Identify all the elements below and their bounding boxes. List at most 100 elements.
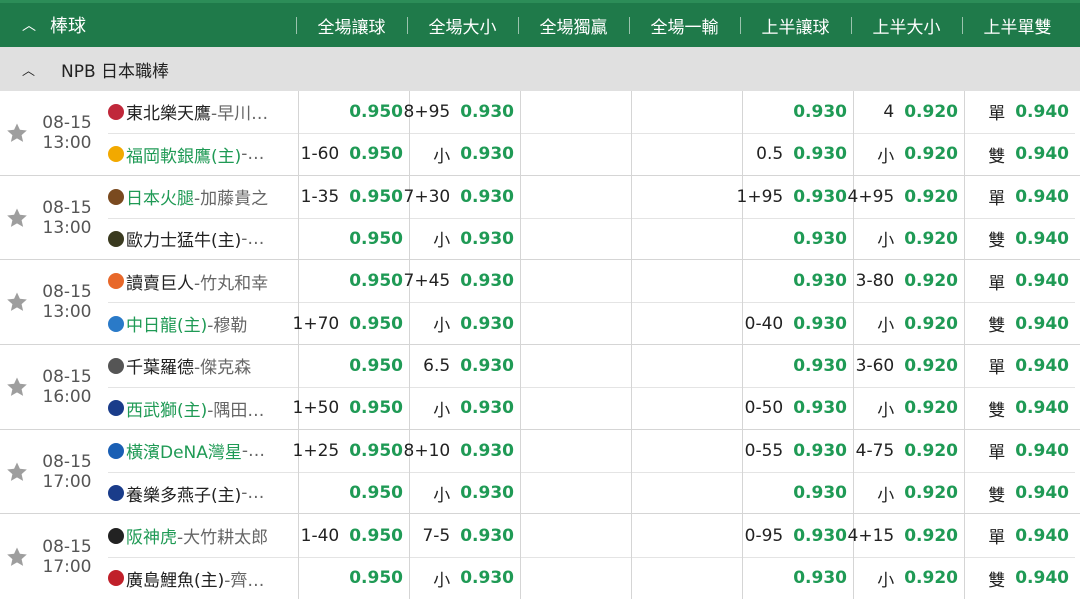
- odds-cell[interactable]: 雙 0.940: [965, 132, 1075, 175]
- odds-value[interactable]: 0.930: [460, 398, 514, 418]
- star-icon[interactable]: [3, 458, 31, 486]
- odds-cell[interactable]: 0.930: [743, 471, 853, 514]
- odds-value[interactable]: 0.950: [349, 483, 403, 503]
- odds-cell[interactable]: 0.930: [743, 91, 853, 133]
- odds-cell[interactable]: 1-60 0.950: [299, 132, 409, 175]
- odds-cell[interactable]: 7+30 0.930: [404, 176, 520, 218]
- odds-value[interactable]: 0.940: [1015, 187, 1069, 207]
- odds-value[interactable]: 0.920: [904, 568, 958, 588]
- odds-cell[interactable]: 6.5 0.930: [410, 345, 520, 387]
- odds-value[interactable]: 0.920: [904, 271, 958, 291]
- odds-cell[interactable]: 小 0.920: [854, 217, 964, 260]
- odds-cell[interactable]: 1+70 0.950: [293, 302, 409, 344]
- odds-value[interactable]: 0.950: [349, 441, 403, 461]
- odds-cell[interactable]: 雙 0.940: [965, 556, 1075, 599]
- odds-value[interactable]: 0.940: [1015, 144, 1069, 164]
- odds-cell[interactable]: 1+50 0.950: [293, 386, 409, 429]
- odds-cell[interactable]: 4+15 0.920: [848, 514, 964, 556]
- odds-value[interactable]: 0.940: [1015, 102, 1069, 122]
- odds-value[interactable]: 0.930: [460, 314, 514, 334]
- odds-cell[interactable]: 0.950: [299, 345, 409, 387]
- odds-value[interactable]: 0.920: [904, 102, 958, 122]
- odds-value[interactable]: 0.930: [793, 398, 847, 418]
- odds-cell[interactable]: 0.930: [743, 556, 853, 599]
- odds-cell[interactable]: 4 0.920: [854, 91, 964, 133]
- odds-value[interactable]: 0.920: [904, 441, 958, 461]
- odds-cell[interactable]: 1+25 0.950: [293, 430, 409, 472]
- odds-cell[interactable]: 0.950: [299, 91, 409, 133]
- odds-cell[interactable]: 0-40 0.930: [743, 302, 853, 344]
- odds-cell[interactable]: 7+45 0.930: [404, 260, 520, 302]
- odds-cell[interactable]: 4-75 0.920: [854, 430, 964, 472]
- odds-cell[interactable]: 0-55 0.930: [743, 430, 853, 472]
- odds-value[interactable]: 0.920: [904, 356, 958, 376]
- odds-value[interactable]: 0.940: [1015, 568, 1069, 588]
- odds-cell[interactable]: 1-35 0.950: [299, 176, 409, 218]
- odds-value[interactable]: 0.950: [349, 526, 403, 546]
- odds-value[interactable]: 0.930: [793, 229, 847, 249]
- odds-cell[interactable]: 單 0.940: [965, 430, 1075, 472]
- odds-value[interactable]: 0.940: [1015, 483, 1069, 503]
- sport-toggle[interactable]: ︿ 棒球: [0, 12, 296, 38]
- odds-value[interactable]: 0.930: [793, 144, 847, 164]
- odds-cell[interactable]: 單 0.940: [965, 260, 1075, 302]
- odds-cell[interactable]: 0.930: [743, 260, 853, 302]
- odds-value[interactable]: 0.950: [349, 102, 403, 122]
- odds-cell[interactable]: 小 0.930: [410, 556, 520, 599]
- odds-value[interactable]: 0.930: [793, 102, 847, 122]
- odds-value[interactable]: 0.930: [460, 356, 514, 376]
- odds-value[interactable]: 0.950: [349, 187, 403, 207]
- odds-cell[interactable]: 1-40 0.950: [299, 514, 409, 556]
- star-icon[interactable]: [3, 119, 31, 147]
- odds-cell[interactable]: 0.950: [299, 260, 409, 302]
- odds-value[interactable]: 0.920: [904, 229, 958, 249]
- odds-value[interactable]: 0.920: [904, 144, 958, 164]
- odds-value[interactable]: 0.930: [460, 483, 514, 503]
- odds-cell[interactable]: 小 0.920: [854, 302, 964, 344]
- odds-value[interactable]: 0.930: [793, 568, 847, 588]
- odds-value[interactable]: 0.940: [1015, 314, 1069, 334]
- odds-cell[interactable]: 雙 0.940: [965, 471, 1075, 514]
- odds-value[interactable]: 0.950: [349, 314, 403, 334]
- odds-value[interactable]: 0.940: [1015, 229, 1069, 249]
- odds-value[interactable]: 0.930: [460, 144, 514, 164]
- odds-cell[interactable]: 小 0.920: [854, 386, 964, 429]
- odds-cell[interactable]: 0.930: [743, 345, 853, 387]
- odds-cell[interactable]: 0.5 0.930: [743, 132, 853, 175]
- odds-cell[interactable]: 雙 0.940: [965, 386, 1075, 429]
- odds-cell[interactable]: 0.950: [299, 471, 409, 514]
- odds-value[interactable]: 0.920: [904, 483, 958, 503]
- odds-cell[interactable]: 單 0.940: [965, 176, 1075, 218]
- league-header[interactable]: ︿ NPB 日本職棒: [0, 47, 1080, 91]
- odds-value[interactable]: 0.930: [793, 441, 847, 461]
- odds-cell[interactable]: 小 0.930: [410, 217, 520, 260]
- odds-value[interactable]: 0.930: [460, 187, 514, 207]
- odds-cell[interactable]: 0.950: [299, 556, 409, 599]
- odds-value[interactable]: 0.920: [904, 187, 958, 207]
- odds-cell[interactable]: 0-95 0.930: [743, 514, 853, 556]
- odds-cell[interactable]: 雙 0.940: [965, 217, 1075, 260]
- odds-value[interactable]: 0.930: [793, 187, 847, 207]
- odds-cell[interactable]: 0-50 0.930: [743, 386, 853, 429]
- odds-value[interactable]: 0.950: [349, 398, 403, 418]
- odds-cell[interactable]: 4+95 0.920: [848, 176, 964, 218]
- odds-value[interactable]: 0.930: [460, 229, 514, 249]
- odds-value[interactable]: 0.950: [349, 568, 403, 588]
- odds-value[interactable]: 0.930: [793, 356, 847, 376]
- odds-value[interactable]: 0.940: [1015, 398, 1069, 418]
- odds-cell[interactable]: 8+95 0.930: [404, 91, 520, 133]
- odds-value[interactable]: 0.930: [460, 441, 514, 461]
- odds-value[interactable]: 0.950: [349, 356, 403, 376]
- odds-cell[interactable]: 0.950: [299, 217, 409, 260]
- chevron-up-icon[interactable]: ︿: [22, 15, 36, 35]
- odds-value[interactable]: 0.930: [460, 568, 514, 588]
- odds-cell[interactable]: 3-60 0.920: [854, 345, 964, 387]
- odds-value[interactable]: 0.950: [349, 144, 403, 164]
- odds-value[interactable]: 0.920: [904, 314, 958, 334]
- odds-value[interactable]: 0.930: [793, 314, 847, 334]
- odds-cell[interactable]: 小 0.930: [410, 302, 520, 344]
- star-icon[interactable]: [3, 204, 31, 232]
- odds-cell[interactable]: 單 0.940: [965, 514, 1075, 556]
- odds-cell[interactable]: 單 0.940: [965, 345, 1075, 387]
- star-icon[interactable]: [3, 373, 31, 401]
